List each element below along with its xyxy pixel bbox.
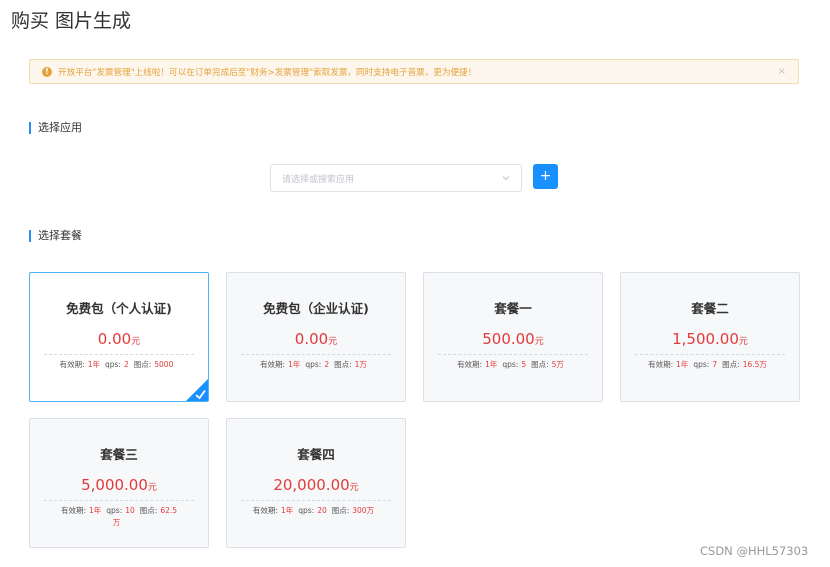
qps-label: qps: — [305, 360, 322, 369]
validity-value: 1年 — [485, 360, 498, 369]
price-value: 0.00 — [294, 330, 329, 348]
package-price: 20,000.00元 — [227, 475, 405, 494]
points-value: 16.5万 — [742, 360, 767, 369]
divider — [241, 354, 391, 355]
points-label: 图点: — [331, 506, 350, 515]
package-price: 1,500.00元 — [621, 329, 799, 348]
package-meta: 有效期: 1年 qps: 5 图点: 5万 — [430, 359, 596, 371]
qps-label: qps: — [106, 506, 123, 515]
points-label: 图点: — [139, 506, 158, 515]
price-value: 20,000.00 — [273, 476, 350, 494]
divider — [44, 354, 194, 355]
package-name: 套餐三 — [100, 447, 138, 462]
price-unit: 元 — [131, 337, 141, 347]
package-card[interactable]: 套餐二 1,500.00元有效期: 1年 qps: 7 图点: 16.5万 — [620, 272, 800, 402]
package-price: 0.00元 — [227, 329, 405, 348]
price-value: 5,000.00 — [81, 476, 148, 494]
points-label: 图点: — [133, 360, 152, 369]
qps-label: qps: — [298, 506, 315, 515]
price-unit: 元 — [534, 337, 544, 347]
qps-label: qps: — [693, 360, 710, 369]
divider — [438, 354, 588, 355]
package-price: 500.00元 — [424, 329, 602, 348]
validity-value: 1年 — [280, 506, 294, 515]
package-name: 套餐一 — [494, 301, 532, 316]
app-select[interactable]: 请选择或搜索应用 — [270, 164, 522, 192]
points-value: 300万 — [352, 506, 375, 515]
validity-value: 1年 — [89, 506, 102, 515]
package-card[interactable]: 套餐四 20,000.00元有效期: 1年 qps: 20 图点: 300万 — [226, 418, 406, 548]
package-card[interactable]: 套餐一 500.00元有效期: 1年 qps: 5 图点: 5万 — [423, 272, 603, 402]
package-meta: 有效期: 1年 qps: 2 图点: 1万 — [233, 359, 399, 371]
divider — [44, 500, 194, 501]
price-unit: 元 — [147, 483, 157, 493]
package-name: 免费包（企业认证) — [263, 301, 369, 316]
app-select-placeholder: 请选择或搜索应用 — [282, 174, 355, 185]
package-meta: 有效期: 1年 qps: 10 图点: 62.5万 — [60, 505, 178, 529]
package-meta: 有效期: 1年 qps: 2 图点: 5000 — [36, 359, 202, 371]
qps-label: qps: — [502, 360, 519, 369]
divider — [241, 500, 391, 501]
validity-label: 有效期: — [60, 506, 86, 515]
validity-label: 有效期: — [457, 360, 483, 369]
points-value: 5万 — [551, 360, 564, 369]
package-price: 0.00元 — [30, 329, 208, 348]
qps-value: 2 — [123, 360, 129, 369]
validity-label: 有效期: — [59, 360, 85, 369]
points-label: 图点: — [722, 360, 740, 369]
watermark: CSDN @HHL57303 — [700, 544, 809, 558]
points-value: 5000 — [154, 360, 174, 369]
page-title: 购买 图片生成 — [11, 10, 132, 32]
selected-check-icon — [186, 379, 208, 401]
package-meta: 有效期: 1年 qps: 20 图点: 300万 — [233, 505, 399, 517]
price-unit: 元 — [349, 483, 359, 493]
qps-value: 5 — [521, 360, 527, 369]
qps-value: 2 — [324, 360, 330, 369]
notice-text: 开放平台"发票管理"上线啦！可以在订单完成后至"财务>发票管理"索取发票，同时支… — [58, 67, 477, 78]
package-card[interactable]: 免费包（个人认证) 0.00元有效期: 1年 qps: 2 图点: 5000 — [29, 272, 209, 402]
divider — [635, 354, 785, 355]
price-value: 500.00 — [482, 330, 535, 348]
close-icon[interactable]: × — [778, 66, 786, 77]
price-value: 1,500.00 — [672, 330, 739, 348]
qps-value: 20 — [317, 506, 327, 515]
qps-value: 7 — [712, 360, 718, 369]
price-value: 0.00 — [97, 330, 132, 348]
package-name: 套餐四 — [297, 447, 335, 462]
section-title-package: 选择套餐 — [29, 230, 82, 242]
validity-value: 1年 — [87, 360, 100, 369]
warning-circle-icon: ! — [42, 66, 52, 77]
notice-banner: ! 开放平台"发票管理"上线啦！可以在订单完成后至"财务>发票管理"索取发票，同… — [29, 59, 799, 84]
validity-label: 有效期: — [252, 506, 278, 515]
price-unit: 元 — [738, 337, 748, 347]
validity-value: 1年 — [288, 360, 301, 369]
qps-value: 10 — [125, 506, 135, 515]
package-price: 5,000.00元 — [30, 475, 208, 494]
package-name: 免费包（个人认证) — [66, 301, 172, 316]
validity-value: 1年 — [676, 360, 689, 369]
add-app-button[interactable]: + — [533, 164, 558, 189]
validity-label: 有效期: — [260, 360, 286, 369]
section-title-app: 选择应用 — [29, 122, 82, 134]
package-card[interactable]: 套餐三 5,000.00元 有效期: 1年 qps: 10 图点: 62.5万 — [29, 418, 209, 548]
validity-label: 有效期: — [648, 360, 674, 369]
package-meta: 有效期: 1年 qps: 7 图点: 16.5万 — [627, 359, 793, 371]
price-unit: 元 — [328, 337, 338, 347]
page: 购买 图片生成 ! 开放平台"发票管理"上线啦！可以在订单完成后至"财务>发票管… — [0, 0, 830, 567]
points-label: 图点: — [531, 360, 549, 369]
qps-label: qps: — [104, 360, 121, 369]
package-name: 套餐二 — [691, 301, 729, 316]
package-card[interactable]: 免费包（企业认证) 0.00元有效期: 1年 qps: 2 图点: 1万 — [226, 272, 406, 402]
chevron-down-icon — [502, 176, 510, 181]
points-label: 图点: — [334, 360, 352, 369]
points-value: 1万 — [354, 360, 367, 369]
